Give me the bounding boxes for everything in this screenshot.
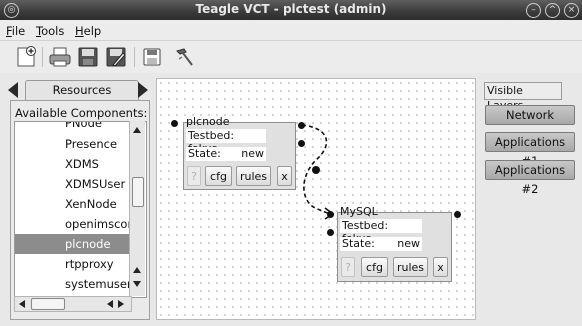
node-state: State: new	[186, 147, 266, 161]
node-plcnode[interactable]: plcnode Testbed: fokus State: new ? cfg …	[183, 115, 296, 190]
rules-button[interactable]: rules	[393, 257, 428, 277]
node-port[interactable]	[327, 211, 334, 218]
node-testbed: Testbed: fokus	[186, 129, 266, 155]
help-button[interactable]: ?	[341, 257, 355, 277]
node-name: MySQL	[340, 205, 378, 218]
node-state: State: new	[340, 237, 422, 251]
node-port[interactable]	[298, 140, 305, 147]
rules-button[interactable]: rules	[236, 166, 271, 186]
node-port[interactable]	[171, 120, 178, 127]
node-mysql[interactable]: MySQL Testbed: fokus State: new ? cfg ru…	[337, 205, 452, 282]
layer-applications-1-button[interactable]: Applications #1	[485, 132, 575, 168]
visible-layers-label: Visible Layers	[484, 82, 562, 112]
node-name: plcnode	[186, 115, 230, 128]
help-button[interactable]: ?	[187, 166, 201, 186]
node-port[interactable]	[298, 122, 305, 129]
remove-node-button[interactable]: x	[277, 166, 292, 186]
node-testbed: Testbed: fokus	[340, 219, 422, 245]
layer-network-button[interactable]: Network	[485, 105, 575, 125]
cfg-button[interactable]: cfg	[361, 257, 388, 277]
remove-node-button[interactable]: x	[433, 257, 448, 277]
node-port[interactable]	[454, 211, 461, 218]
node-port[interactable]	[327, 229, 334, 236]
layer-applications-2-button[interactable]: Applications #2	[485, 160, 575, 196]
cfg-button[interactable]: cfg	[205, 166, 232, 186]
